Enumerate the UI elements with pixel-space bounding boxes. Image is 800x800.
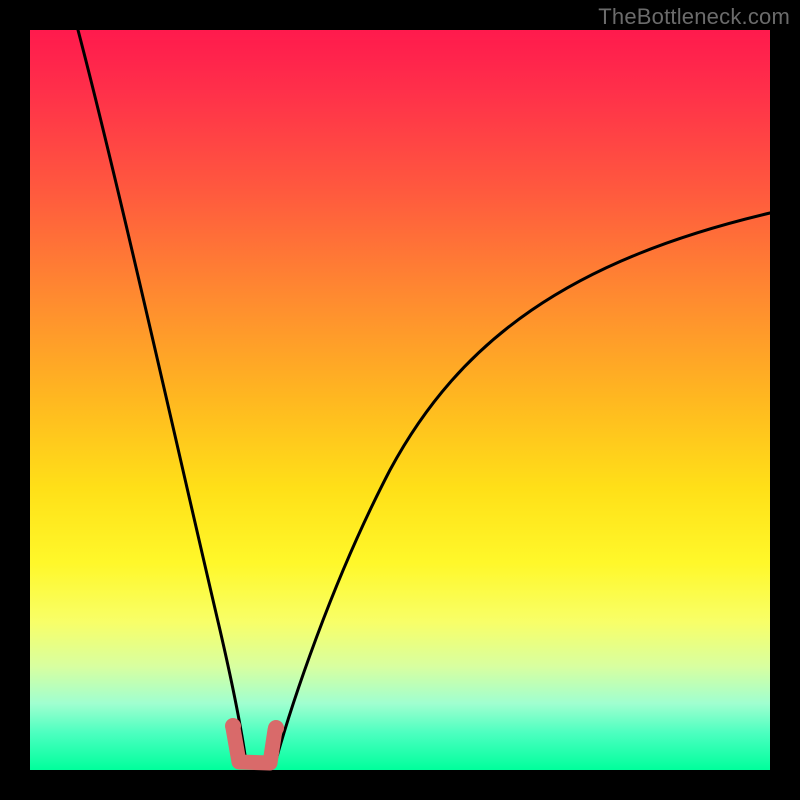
marker-dot-right bbox=[268, 720, 284, 736]
bottleneck-curve-svg bbox=[30, 30, 770, 770]
curve-right-branch bbox=[276, 213, 770, 760]
watermark-text: TheBottleneck.com bbox=[598, 4, 790, 30]
curve-left-branch bbox=[78, 30, 246, 762]
optimal-range-marker bbox=[233, 728, 275, 763]
marker-dot-left bbox=[225, 718, 241, 734]
